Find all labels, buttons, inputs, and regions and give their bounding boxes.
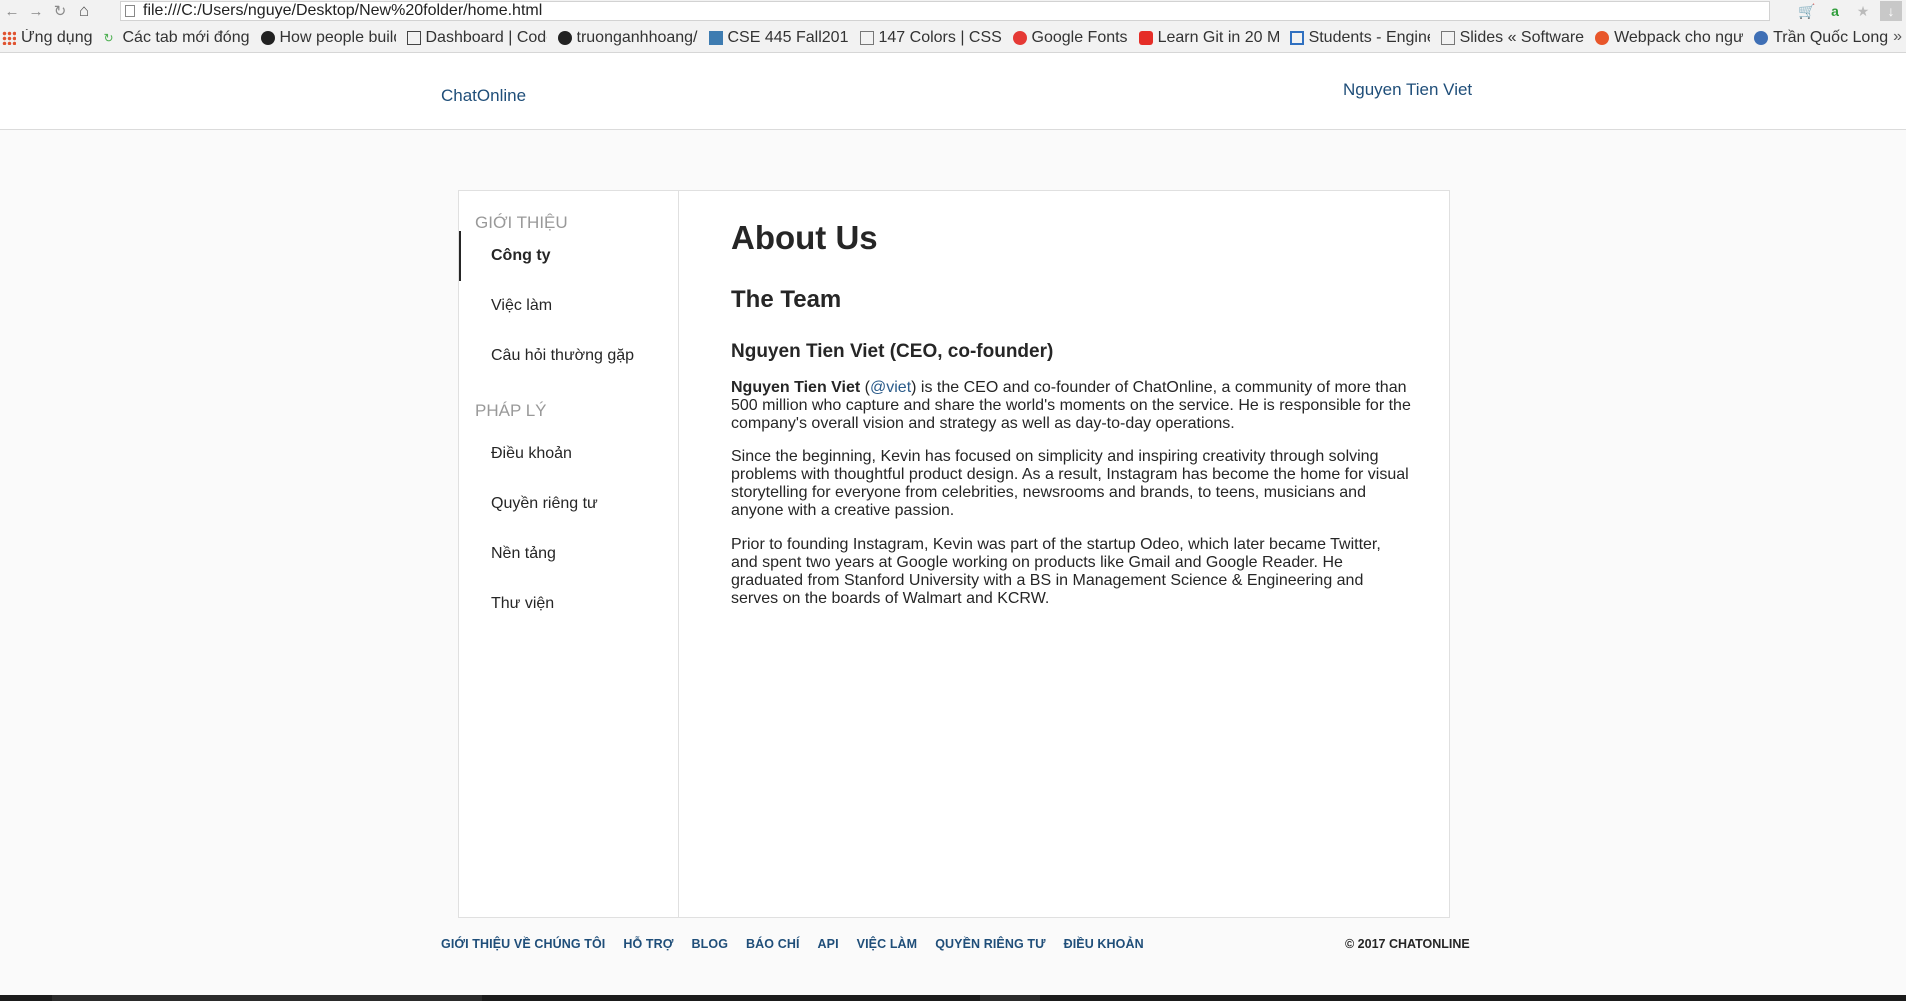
footer-links: GIỚI THIỆU VỀ CHÚNG TÔI HỖ TRỢ BLOG BÁO … [441,937,1162,951]
taskbar-strip [0,995,1906,1001]
bookmark-students-engine[interactable]: Students - Engine [1289,29,1430,47]
bookmark-147-colors[interactable]: 147 Colors | CSS [859,29,1002,47]
person-heading: Nguyen Tien Viet (CEO, co-founder) [731,341,1054,362]
footer-link-jobs[interactable]: VIỆC LÀM [857,937,918,951]
person-name: Nguyen Tien Viet [731,379,861,396]
user-name-link[interactable]: Nguyen Tien Viet [1343,80,1472,100]
sidebar-item-privacy[interactable]: Quyền riêng tư [459,479,678,529]
codeschool-icon [406,31,421,45]
bookmark-learn-git[interactable]: Learn Git in 20 M [1138,29,1279,47]
footer-link-about[interactable]: GIỚI THIỆU VỀ CHÚNG TÔI [441,937,605,951]
sidebar-item-company[interactable]: Công ty [459,231,678,281]
footer-link-blog[interactable]: BLOG [692,937,729,951]
copyright: © 2017 CHATONLINE [1345,937,1470,951]
bio-paragraph-3: Prior to founding Instagram, Kevin was p… [731,536,1381,607]
sidebar-item-library[interactable]: Thư viện [459,579,678,629]
bookmark-dashboard-code[interactable]: Dashboard | Code [406,29,547,47]
webpack-icon [1595,31,1610,45]
sidebar-item-platform[interactable]: Nền tảng [459,529,678,579]
taskbar-segment [980,995,1040,1001]
bookmark-how-people-build[interactable]: How people build [260,29,396,47]
bookmark-cse445[interactable]: CSE 445 Fall2016 [708,29,849,47]
footer-link-terms[interactable]: ĐIỀU KHOẢN [1064,937,1144,951]
page-icon [1440,31,1455,45]
chevron-more-icon[interactable]: » [1893,28,1902,46]
bookmark-tran-quoc-long[interactable]: Trần Quốc Long [1754,29,1888,47]
google-fonts-icon [1012,31,1027,45]
url-text: file:///C:/Users/nguye/Desktop/New%20fol… [143,2,543,19]
bio-paragraph-1: Nguyen Tien Viet (@viet) is the CEO and … [731,379,1411,432]
recent-tabs-icon: ↻ [103,31,114,45]
handle-link[interactable]: @viet [870,379,911,396]
sidebar: GIỚI THIỆU Công ty Việc làm Câu hỏi thườ… [459,191,679,917]
apps-icon [2,31,16,45]
site-header: ChatOnline Nguyen Tien Viet [0,53,1906,130]
forward-arrow-icon[interactable]: → [24,0,48,22]
taskbar-segment [52,995,482,1001]
youtube-icon [1138,31,1153,45]
bookmark-webpack[interactable]: Webpack cho ngư [1595,29,1743,47]
bookmark-recent-tabs[interactable]: ↻ Các tab mới đóng [104,29,250,47]
cart-extension-icon[interactable]: 🛒 [1796,1,1818,21]
site-logo[interactable]: ChatOnline [441,86,526,106]
bookmarks-bar: Ứng dụng ↻ Các tab mới đóng How people b… [0,26,1906,50]
extensions: 🛒 a ★ ↓ [1796,0,1906,22]
reload-icon[interactable]: ↻ [48,0,72,22]
github-icon [557,31,572,45]
main-card: GIỚI THIỆU Công ty Việc làm Câu hỏi thườ… [458,190,1450,918]
address-bar[interactable]: file:///C:/Users/nguye/Desktop/New%20fol… [120,1,1770,21]
bookmark-google-fonts[interactable]: Google Fonts [1012,29,1128,47]
trello-icon [1289,31,1304,45]
bookmark-star-icon[interactable]: ★ [1852,1,1874,21]
green-extension-icon[interactable]: a [1824,1,1846,21]
sidebar-item-jobs[interactable]: Việc làm [459,281,678,331]
bookmark-slides-software[interactable]: Slides « Software [1440,29,1584,47]
footer-link-privacy[interactable]: QUYỀN RIÊNG TƯ [935,937,1045,951]
home-icon[interactable]: ⌂ [72,0,96,22]
profile-icon [1754,31,1769,45]
sidebar-item-terms[interactable]: Điều khoản [459,429,678,479]
sidebar-item-faq[interactable]: Câu hỏi thường gặp [459,331,678,381]
github-icon [260,31,275,45]
piazza-icon [708,31,723,45]
bookmark-apps[interactable]: Ứng dụng [2,29,93,47]
page-icon [859,31,874,45]
footer-link-api[interactable]: API [818,937,839,951]
back-arrow-icon[interactable]: ← [0,0,24,22]
sidebar-section-legal: PHÁP LÝ [475,401,547,420]
download-icon[interactable]: ↓ [1880,1,1902,21]
page-icon [125,5,135,17]
bookmark-truonganhhoang[interactable]: truonganhhoang/ [557,29,698,47]
bio-paragraph-2: Since the beginning, Kevin has focused o… [731,448,1409,519]
browser-toolbar: ← → ↻ ⌂ file:///C:/Users/nguye/Desktop/N… [0,0,1906,53]
sidebar-section-intro: GIỚI THIỆU [475,213,568,232]
section-title: The Team [731,286,842,313]
footer-link-support[interactable]: HỖ TRỢ [623,937,673,951]
page-title: About Us [731,219,878,256]
footer-link-press[interactable]: BÁO CHÍ [746,937,799,951]
